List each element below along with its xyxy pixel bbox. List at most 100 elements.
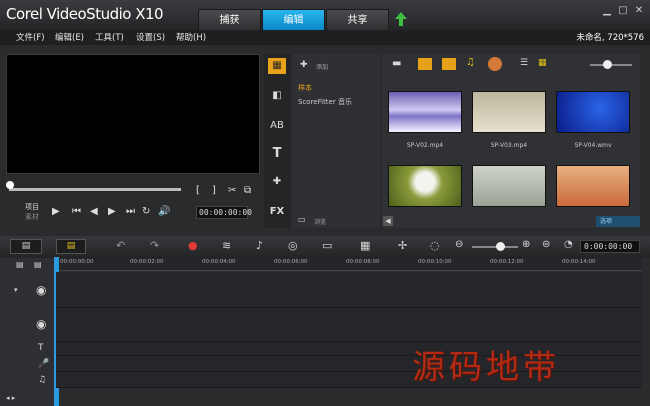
end-icon[interactable]: ⏭ [126,206,135,217]
menu-settings[interactable]: 设置(S) [136,31,165,43]
project-duration-icon[interactable]: ◔ [564,239,573,250]
multi-camera-icon[interactable]: ▦ [360,239,370,252]
home-icon[interactable]: ⏮ [72,206,81,217]
repeat-icon[interactable]: ↻ [142,206,150,217]
show-sample-icon[interactable] [488,57,502,71]
storyboard-view-icon[interactable]: ▤ [10,239,42,254]
menu-tools[interactable]: 工具(T) [95,31,124,43]
voice-track-icon: 🎤 [38,359,50,369]
record-capture-icon[interactable]: ● [188,239,198,252]
scrub-bar[interactable] [9,188,181,191]
thumbnail-tree[interactable] [472,165,546,207]
add-chapter-icon[interactable]: ▤ [34,260,42,269]
minimize-icon[interactable]: ▁ [601,5,613,16]
tab-edit[interactable]: 编辑 [262,9,325,30]
folder-icon[interactable]: ▬ [392,58,401,69]
tab-capture[interactable]: 捕获 [198,9,261,30]
volume-icon[interactable]: 🔊 [158,206,170,217]
mark-out-icon[interactable]: ] [212,185,216,196]
transition-icon[interactable]: AB [268,118,286,134]
enlarge-icon[interactable]: ⧉ [244,185,251,196]
overlay-track-icon: ◉ [36,317,47,331]
upload-arrow-icon[interactable] [395,12,407,26]
track-manager-icon[interactable]: ▤ [16,260,24,269]
graphic-icon[interactable]: ✚ [268,174,286,190]
clip-mode-label[interactable]: 素材 [25,212,39,222]
app-window: Corel VideoStudio X10 捕获 编辑 共享 ▁ □ ✕ 文件(… [0,0,650,406]
mark-in-icon[interactable]: [ [196,185,200,196]
play-icon[interactable]: ▶ [52,206,60,217]
ruler-label: 00:00:14:00 [562,259,596,265]
ruler-label: 00:00:06:00 [274,259,308,265]
instant-project-icon[interactable]: ◧ [268,88,286,104]
watermark-text: 源码地带 [412,347,560,386]
video-track[interactable] [56,272,642,308]
ruler-label: 00:00:10:00 [418,259,452,265]
fit-project-icon[interactable]: ⊜ [542,239,550,250]
menu-help[interactable]: 帮助(H) [176,31,206,43]
library-folder-panel [292,54,380,228]
options-button[interactable]: 选项 [596,216,642,227]
maximize-icon[interactable]: □ [617,5,629,16]
title-icon[interactable]: T [268,146,286,162]
collapse-left-icon[interactable]: ◀ [383,216,393,226]
preview-screen [6,54,260,174]
thumbnail-desert[interactable] [556,165,630,207]
thumbnail-dandelion[interactable] [388,165,462,207]
split-icon[interactable]: ✂ [228,185,236,196]
timeline-timecode[interactable]: 0:00:00:00 [580,240,640,253]
tab-share[interactable]: 共享 [326,9,389,30]
thumb-label: SP-V02.mp4 [406,142,444,149]
close-icon[interactable]: ✕ [633,5,645,16]
browse-icon[interactable]: ▭ [298,215,306,224]
show-photos-icon[interactable] [442,58,456,70]
add-folder-label[interactable]: 添加 [316,62,328,71]
undo-icon[interactable]: ↶ [116,239,125,252]
ruler-label: 00:00:12:00 [490,259,524,265]
thumb-label: SP-V04.wmv [574,142,612,149]
thumbnail-sp-v02[interactable] [388,91,462,133]
next-frame-icon[interactable]: ▶ [108,206,116,217]
player-timecode[interactable]: 00:00:00:00 [196,206,252,219]
motion-tracking-icon[interactable]: ◎ [288,239,298,252]
app-logo: Corel VideoStudio X10 [6,5,164,23]
redo-icon[interactable]: ↷ [150,239,159,252]
media-icon[interactable]: ▦ [268,58,286,74]
title-track-icon: T [38,343,44,353]
menu-edit[interactable]: 编辑(E) [55,31,84,43]
ruler-label: 00:00:02:00 [130,259,164,265]
thumbnail-sp-v03[interactable] [472,91,546,133]
library-scrollbar[interactable] [640,54,646,228]
project-info: 未命名, 720*576 [576,33,644,43]
thumbnail-sp-v04[interactable] [556,91,630,133]
mask-creator-icon[interactable]: ◌ [430,239,440,252]
show-videos-icon[interactable] [418,58,432,70]
menu-file[interactable]: 文件(F) [16,31,45,43]
project-mode-label[interactable]: 项目 [25,202,39,212]
folder-sample[interactable]: 样本 [298,83,312,93]
timeline-view-icon[interactable]: ▤ [56,239,86,254]
zoom-in-icon[interactable]: ⊕ [522,239,530,250]
scroll-left-icon[interactable]: ◂ ▸ [6,394,15,402]
thumb-label: SP-V03.mp4 [490,142,528,149]
scrub-handle[interactable] [6,181,14,189]
filter-icon[interactable]: FX [268,204,286,220]
overlay-track[interactable] [56,308,642,342]
browse-label[interactable]: 浏览 [314,217,326,226]
add-folder-icon[interactable]: ✚ [300,60,308,70]
zoom-slider-handle[interactable] [496,242,505,251]
zoom-out-icon[interactable]: ⊖ [455,239,463,250]
subtitle-editor-icon[interactable]: ▭ [322,239,332,252]
thumbnail-size-handle[interactable] [603,60,612,69]
thumbnail-view-icon[interactable]: ▦ [538,58,547,68]
previous-frame-icon[interactable]: ◀ [90,206,98,217]
show-audio-icon[interactable]: ♫ [466,57,475,68]
folder-scorefitter[interactable]: ScoreFitter 音乐 [298,97,352,107]
list-view-icon[interactable]: ☰ [520,58,528,68]
library-category-strip [264,54,290,228]
track-settings-icon[interactable]: ▾ [14,286,18,294]
time-remapping-icon[interactable]: ✢ [398,239,407,252]
sound-mixer-icon[interactable]: ≋ [222,239,231,252]
zoom-slider[interactable] [472,246,518,248]
auto-music-icon[interactable]: ♪ [256,239,263,252]
